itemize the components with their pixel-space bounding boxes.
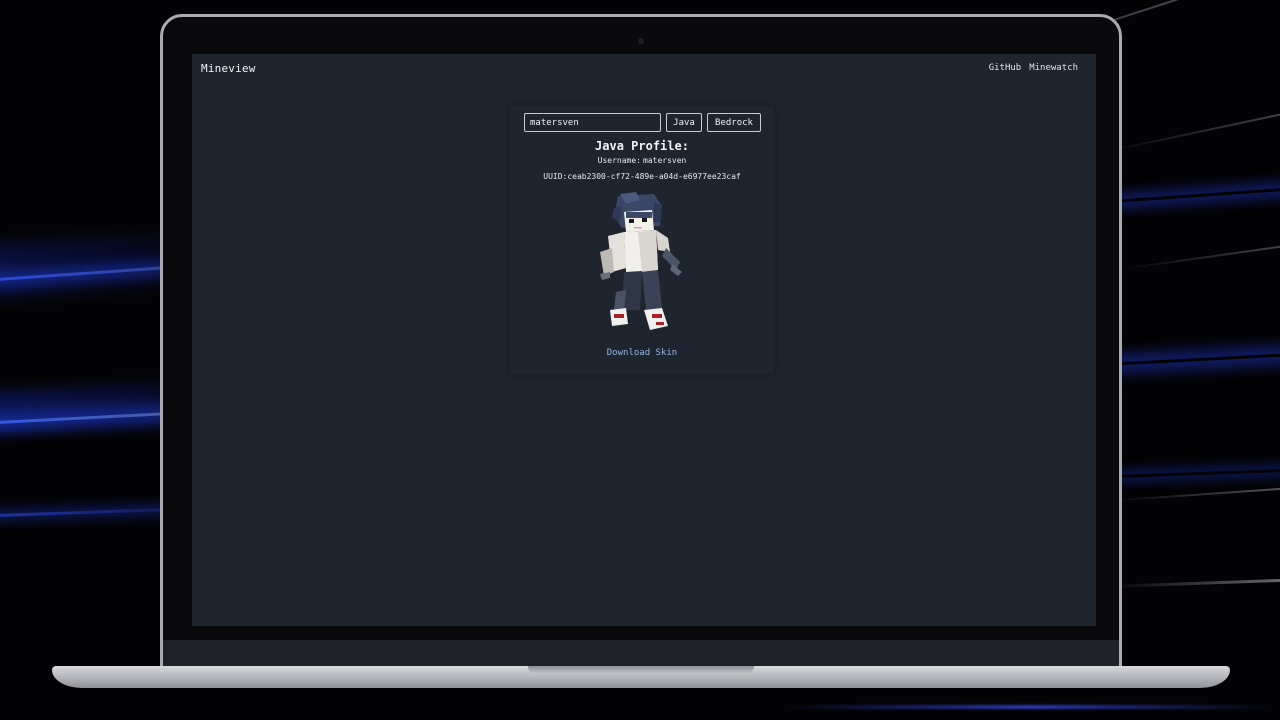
- username-input[interactable]: [524, 113, 661, 132]
- bedrock-button[interactable]: Bedrock: [707, 113, 761, 132]
- laptop-chin: [163, 640, 1119, 668]
- app-window: Mineview GitHub Minewatch Java Bedrock J…: [192, 54, 1096, 626]
- nav-link-minewatch[interactable]: Minewatch: [1029, 63, 1078, 73]
- profile-title: Java Profile:: [595, 139, 689, 153]
- download-skin-link[interactable]: Download Skin: [510, 348, 774, 358]
- laptop-notch: [528, 666, 754, 674]
- uuid-line: UUID:ceab2300-cf72-489e-a04d-e6977ee23ca…: [510, 172, 774, 181]
- java-button[interactable]: Java: [666, 113, 702, 132]
- uuid-label: UUID:: [543, 172, 568, 181]
- nav-links: GitHub Minewatch: [989, 63, 1078, 73]
- white-light-streak: [1121, 231, 1280, 271]
- profile-card: Java Bedrock Java Profile: Username:mate…: [510, 106, 774, 374]
- brand-logo[interactable]: Mineview: [201, 62, 256, 75]
- white-light-streak: [1103, 88, 1280, 154]
- blue-light-streak: [780, 705, 1280, 709]
- uuid-value: ceab2300-cf72-489e-a04d-e6977ee23caf: [567, 172, 741, 181]
- camera-icon: [638, 38, 644, 44]
- nav-link-github[interactable]: GitHub: [989, 63, 1022, 73]
- skin-render-image: [600, 192, 682, 330]
- username-line: Username: matersven: [510, 156, 774, 165]
- username-label: Username:: [597, 156, 641, 165]
- white-light-streak: [1110, 480, 1280, 502]
- username-value: matersven: [643, 156, 687, 165]
- white-light-streak: [1110, 575, 1280, 588]
- search-row: Java Bedrock: [524, 113, 761, 132]
